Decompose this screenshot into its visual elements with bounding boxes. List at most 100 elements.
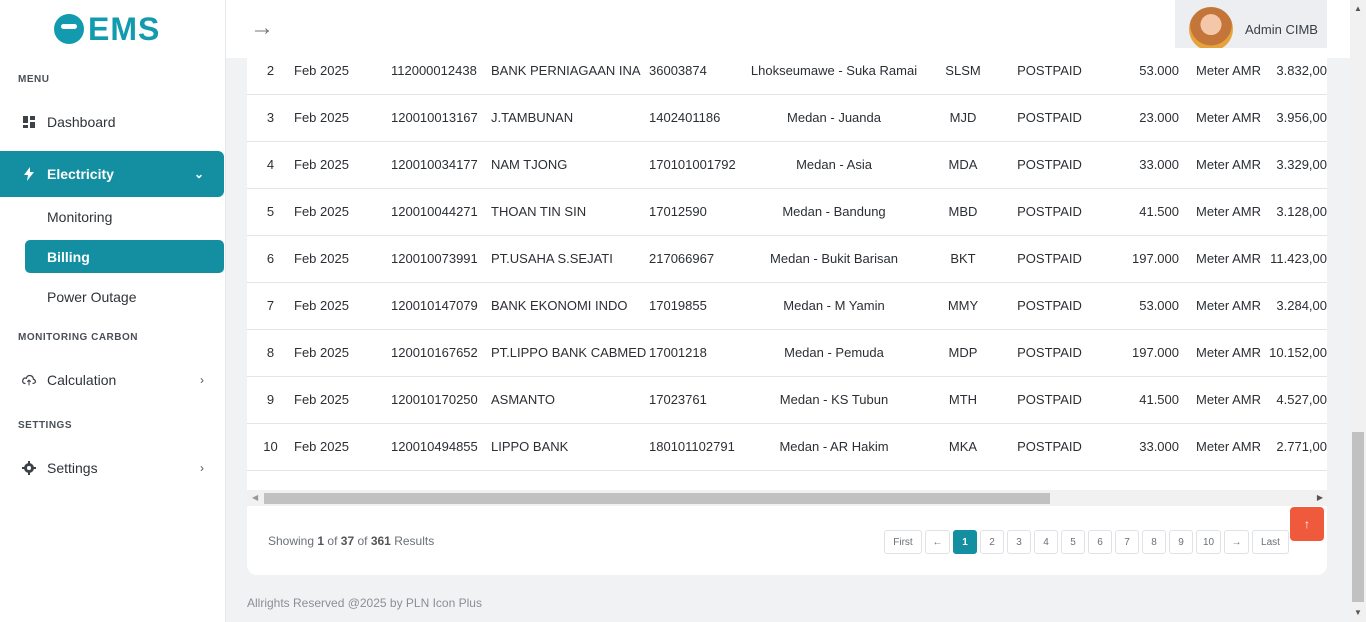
cell-unit-code: MBD (924, 188, 1002, 236)
page-2-button[interactable]: 2 (980, 530, 1004, 554)
scrollbar-thumb[interactable] (264, 493, 1050, 504)
first-page-button[interactable]: First (884, 530, 922, 554)
prev-page-button[interactable]: ← (925, 530, 950, 554)
page-3-button[interactable]: 3 (1007, 530, 1031, 554)
scroll-to-top-button[interactable]: ↑ (1290, 507, 1324, 541)
sidebar-subitem-power-outage[interactable]: Power Outage (25, 280, 224, 313)
cell-meter-id: 170101001792 (649, 141, 744, 189)
cell-power: 33.000 (1097, 141, 1179, 189)
cell-tariff-type: POSTPAID (1002, 282, 1097, 330)
sidebar-item-label: Electricity (47, 166, 114, 182)
settings-section-label: SETTINGS (18, 420, 73, 431)
cell-period: Feb 2025 (294, 423, 391, 471)
cell-tariff-type: POSTPAID (1002, 48, 1097, 95)
footer-text: Allrights Reserved @2025 by PLN Icon Plu… (247, 596, 482, 610)
cell-meter-id: 17012590 (649, 188, 744, 236)
menu-section-label: MENU (18, 74, 50, 85)
sidebar-item-label: Calculation (47, 372, 117, 388)
chevron-down-icon: ⌄ (193, 167, 204, 181)
cell-meter-type: Meter AMR (1179, 94, 1269, 142)
next-page-button[interactable]: → (1224, 530, 1249, 554)
pagination: First ← 1 2 3 4 5 6 7 8 9 10 → Last (884, 530, 1292, 554)
page-7-button[interactable]: 7 (1115, 530, 1139, 554)
cell-power: 197.000 (1097, 235, 1179, 283)
page-8-button[interactable]: 8 (1142, 530, 1166, 554)
cell-amount: 3.832,00 (1269, 48, 1327, 95)
page-1-button[interactable]: 1 (953, 530, 977, 554)
last-page-button[interactable]: Last (1252, 530, 1289, 554)
page-6-button[interactable]: 6 (1088, 530, 1112, 554)
total-results: 361 (370, 534, 391, 548)
cell-location: Medan - M Yamin (744, 282, 924, 330)
sidebar-item-settings[interactable]: Settings › (0, 446, 224, 490)
cell-customer-name: J.TAMBUNAN (491, 94, 649, 142)
sidebar-subitem-label: Power Outage (47, 288, 137, 305)
cell-unit-code: SLSM (924, 48, 1002, 95)
sidebar-item-calculation[interactable]: Calculation › (0, 358, 224, 402)
scroll-right-icon[interactable]: ▶ (1317, 493, 1323, 502)
cell-amount: 3.284,00 (1269, 282, 1327, 330)
cell-meter-type: Meter AMR (1179, 188, 1269, 236)
cell-power: 23.000 (1097, 94, 1179, 142)
cell-customer-id: 120010013167 (391, 94, 491, 142)
avatar (1189, 7, 1233, 51)
cell-customer-id: 120010073991 (391, 235, 491, 283)
cell-power: 53.000 (1097, 48, 1179, 95)
scrollbar-thumb[interactable] (1352, 432, 1364, 602)
horizontal-scrollbar[interactable]: ◀ ▶ (247, 490, 1327, 506)
sidebar-subitem-monitoring[interactable]: Monitoring (25, 200, 224, 233)
vertical-scrollbar[interactable]: ▲ ▼ (1350, 0, 1366, 622)
cell-row-number: 4 (247, 141, 294, 189)
table-row: 5 Feb 2025 120010044271 THOAN TIN SIN 170125… (247, 188, 1327, 236)
page-10-button[interactable]: 10 (1196, 530, 1221, 554)
cell-customer-name: THOAN TIN SIN (491, 188, 649, 236)
cell-unit-code: MKA (924, 423, 1002, 471)
cell-meter-id: 36003874 (649, 48, 744, 95)
arrow-right-icon[interactable]: → (250, 14, 274, 42)
cell-customer-id: 120010044271 (391, 188, 491, 236)
current-page: 1 (317, 534, 325, 548)
sidebar-item-dashboard[interactable]: Dashboard (0, 100, 224, 144)
cell-amount: 3.128,00 (1269, 188, 1327, 236)
chevron-right-icon: › (200, 373, 204, 387)
scroll-left-icon[interactable]: ◀ (252, 493, 258, 502)
page-9-button[interactable]: 9 (1169, 530, 1193, 554)
scroll-up-icon[interactable]: ▲ (1354, 4, 1362, 13)
cell-meter-id: 217066967 (649, 235, 744, 283)
cell-meter-type: Meter AMR (1179, 329, 1269, 377)
results-label: Results (394, 534, 435, 548)
page-5-button[interactable]: 5 (1061, 530, 1085, 554)
cell-customer-name: PT.USAHA S.SEJATI (491, 235, 649, 283)
page-4-button[interactable]: 4 (1034, 530, 1058, 554)
cell-amount: 10.152,00 (1269, 329, 1327, 377)
sidebar-item-label: Dashboard (47, 114, 116, 130)
cell-tariff-type: POSTPAID (1002, 235, 1097, 283)
cell-customer-id: 120010494855 (391, 423, 491, 471)
cell-period: Feb 2025 (294, 329, 391, 377)
cell-location: Medan - Bandung (744, 188, 924, 236)
brand-logo[interactable]: EMS (54, 12, 160, 46)
cell-period: Feb 2025 (294, 94, 391, 142)
cell-row-number: 2 (247, 48, 294, 95)
cell-period: Feb 2025 (294, 48, 391, 95)
plug-icon (54, 14, 84, 44)
table-row: 7 Feb 2025 120010147079 BANK EKONOMI INDO 17… (247, 282, 1327, 330)
cell-period: Feb 2025 (294, 141, 391, 189)
cell-meter-type: Meter AMR (1179, 282, 1269, 330)
brand-name: EMS (88, 11, 161, 47)
cell-unit-code: BKT (924, 235, 1002, 283)
cell-meter-id: 180101102791 (649, 423, 744, 471)
cell-period: Feb 2025 (294, 188, 391, 236)
cloud-icon (22, 373, 36, 387)
arrow-up-icon: ↑ (1304, 517, 1310, 531)
cell-power: 41.500 (1097, 376, 1179, 424)
cell-row-number: 3 (247, 94, 294, 142)
dashboard-icon (22, 115, 36, 129)
cell-tariff-type: POSTPAID (1002, 94, 1097, 142)
sidebar-subitem-billing[interactable]: Billing (25, 240, 224, 273)
cell-amount: 3.956,00 (1269, 94, 1327, 142)
scroll-down-icon[interactable]: ▼ (1354, 608, 1362, 617)
cell-power: 197.000 (1097, 329, 1179, 377)
sidebar-item-electricity[interactable]: Electricity ⌄ (0, 151, 224, 197)
cell-meter-type: Meter AMR (1179, 376, 1269, 424)
